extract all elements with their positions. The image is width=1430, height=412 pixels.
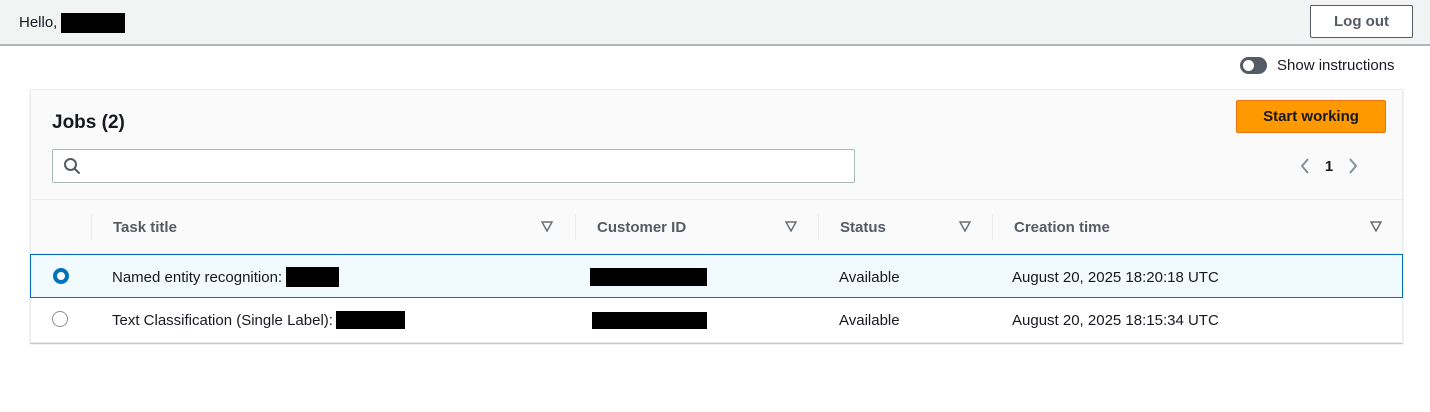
search-icon bbox=[64, 158, 80, 174]
task-title-text: Named entity recognition: bbox=[112, 268, 283, 286]
show-instructions-label: Show instructions bbox=[1277, 57, 1395, 74]
search-input[interactable] bbox=[89, 154, 845, 178]
row-select-radio[interactable] bbox=[53, 268, 69, 284]
table-header: Task title Customer ID Status Creation t… bbox=[31, 200, 1402, 254]
greeting-text: Hello, bbox=[19, 14, 58, 31]
column-header-creation-time[interactable]: Creation time bbox=[1014, 200, 1110, 254]
creation-time-cell: August 20, 2025 18:20:18 UTC bbox=[1012, 268, 1219, 286]
jobs-panel-header: Jobs (2) Start working 1 bbox=[31, 90, 1402, 200]
column-header-customer-id[interactable]: Customer ID bbox=[597, 200, 686, 254]
toggle-knob bbox=[1243, 60, 1254, 71]
customer-id-cell bbox=[592, 298, 707, 342]
table-row[interactable]: Named entity recognition: Available Augu… bbox=[30, 254, 1403, 298]
page-number[interactable]: 1 bbox=[1311, 158, 1347, 175]
column-header-status[interactable]: Status bbox=[840, 200, 886, 254]
redacted-task-id bbox=[286, 267, 340, 287]
column-header-task-title[interactable]: Task title bbox=[113, 200, 177, 254]
greeting: Hello, bbox=[19, 13, 126, 33]
toggle-switch[interactable] bbox=[1240, 57, 1267, 74]
pagination: 1 bbox=[1299, 152, 1359, 180]
status-cell: Available bbox=[839, 268, 900, 286]
redacted-task-id bbox=[335, 311, 405, 329]
column-divider bbox=[575, 214, 576, 240]
column-divider bbox=[818, 214, 819, 240]
sort-caret-icon[interactable] bbox=[1370, 221, 1382, 232]
sort-caret-icon[interactable] bbox=[785, 221, 797, 232]
redacted-username bbox=[61, 13, 126, 33]
search-box[interactable] bbox=[52, 149, 855, 183]
task-title-cell: Named entity recognition: bbox=[112, 255, 340, 299]
jobs-title: Jobs (2) bbox=[52, 112, 125, 133]
sort-caret-icon[interactable] bbox=[959, 221, 971, 232]
task-title-cell: Text Classification (Single Label): bbox=[112, 298, 405, 342]
creation-time-cell: August 20, 2025 18:15:34 UTC bbox=[1012, 311, 1219, 329]
chevron-right-icon[interactable] bbox=[1347, 157, 1359, 175]
jobs-panel: Jobs (2) Start working 1 Task title Cust… bbox=[30, 89, 1403, 343]
logout-button[interactable]: Log out bbox=[1310, 5, 1413, 38]
chevron-left-icon[interactable] bbox=[1299, 157, 1311, 175]
column-divider bbox=[992, 214, 993, 240]
show-instructions-toggle[interactable]: Show instructions bbox=[1240, 57, 1395, 74]
task-title-text: Text Classification (Single Label): bbox=[112, 311, 333, 329]
start-working-button[interactable]: Start working bbox=[1236, 100, 1386, 133]
row-select-radio[interactable] bbox=[52, 311, 68, 327]
table-row[interactable]: Text Classification (Single Label): Avai… bbox=[31, 298, 1402, 342]
sort-caret-icon[interactable] bbox=[541, 221, 553, 232]
top-bar: Hello, Log out bbox=[0, 0, 1430, 46]
column-divider bbox=[91, 214, 92, 240]
status-cell: Available bbox=[839, 311, 900, 329]
redacted-customer-id bbox=[590, 268, 707, 286]
customer-id-cell bbox=[590, 255, 707, 299]
redacted-customer-id bbox=[592, 311, 707, 329]
